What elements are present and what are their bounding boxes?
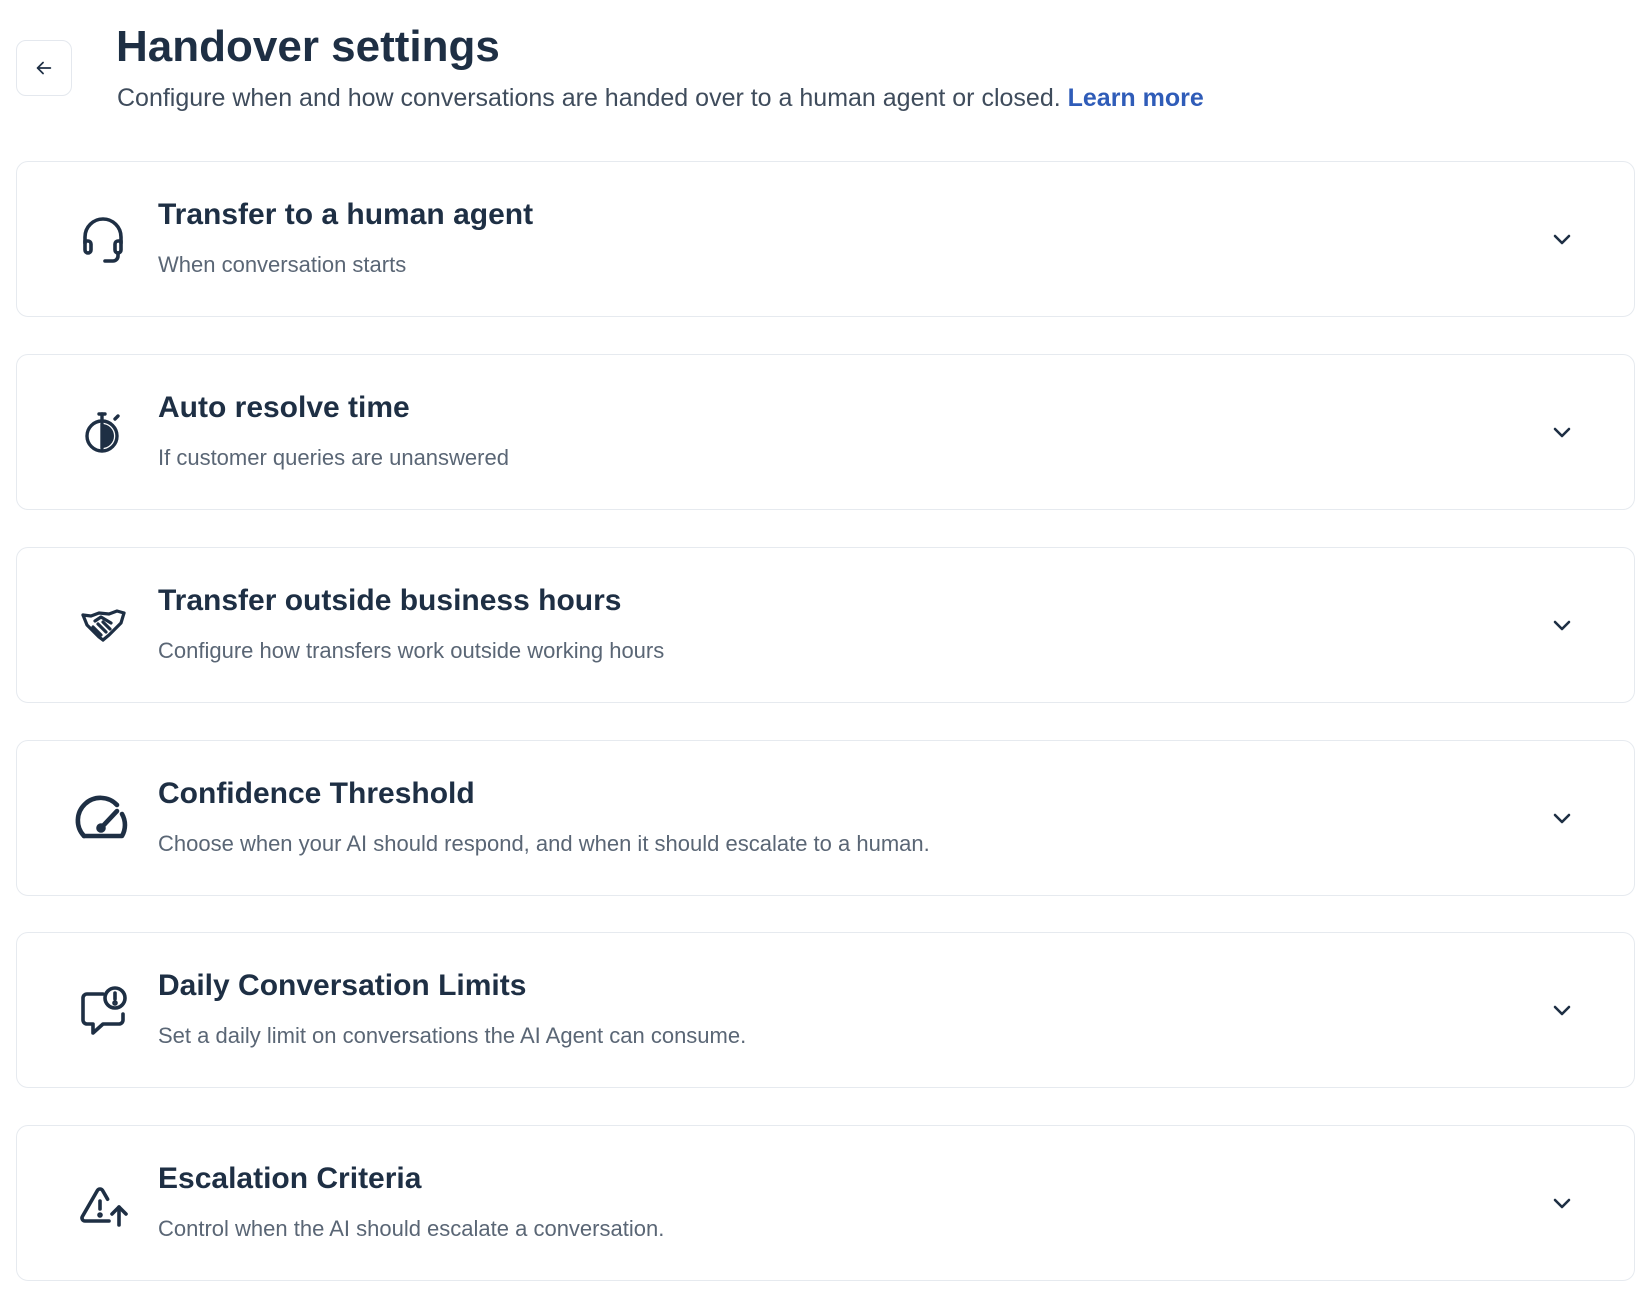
page-subtitle: Configure when and how conversations are…: [117, 80, 1204, 116]
section-transfer-human-agent[interactable]: Transfer to a human agent When conversat…: [16, 161, 1635, 317]
page-subtitle-text: Configure when and how conversations are…: [117, 84, 1061, 112]
stopwatch-icon: [75, 404, 131, 460]
section-description: If customer queries are unanswered: [158, 445, 509, 470]
section-description: Set a daily limit on conversations the A…: [158, 1023, 747, 1048]
section-title: Transfer outside business hours: [158, 584, 622, 617]
arrow-left-icon: [36, 61, 52, 75]
chat-alert-icon: [75, 982, 131, 1038]
chevron-down-icon[interactable]: [1548, 418, 1576, 446]
chevron-down-icon[interactable]: [1548, 1189, 1576, 1217]
chevron-down-icon[interactable]: [1548, 611, 1576, 639]
section-description: Choose when your AI should respond, and …: [158, 831, 930, 856]
chevron-down-icon[interactable]: [1548, 804, 1576, 832]
page-title: Handover settings: [116, 22, 500, 71]
section-title: Transfer to a human agent: [158, 198, 534, 231]
chevron-down-icon[interactable]: [1548, 225, 1576, 253]
section-auto-resolve-time[interactable]: Auto resolve time If customer queries ar…: [16, 354, 1635, 510]
gauge-icon: [75, 790, 131, 846]
section-description: When conversation starts: [158, 252, 407, 277]
section-confidence-threshold[interactable]: Confidence Threshold Choose when your AI…: [16, 740, 1635, 896]
handshake-icon: [75, 597, 131, 653]
headset-icon: [75, 211, 131, 267]
back-button[interactable]: [16, 40, 72, 96]
section-description: Control when the AI should escalate a co…: [158, 1216, 665, 1241]
section-title: Escalation Criteria: [158, 1162, 422, 1195]
section-title: Auto resolve time: [158, 391, 410, 424]
section-title: Daily Conversation Limits: [158, 969, 527, 1002]
warning-escalate-icon: [75, 1175, 131, 1231]
section-description: Configure how transfers work outside wor…: [158, 638, 665, 663]
section-escalation-criteria[interactable]: Escalation Criteria Control when the AI …: [16, 1125, 1635, 1281]
section-transfer-outside-hours[interactable]: Transfer outside business hours Configur…: [16, 547, 1635, 703]
section-daily-conversation-limits[interactable]: Daily Conversation Limits Set a daily li…: [16, 932, 1635, 1088]
learn-more-link[interactable]: Learn more: [1068, 84, 1204, 112]
section-title: Confidence Threshold: [158, 777, 475, 810]
chevron-down-icon[interactable]: [1548, 996, 1576, 1024]
